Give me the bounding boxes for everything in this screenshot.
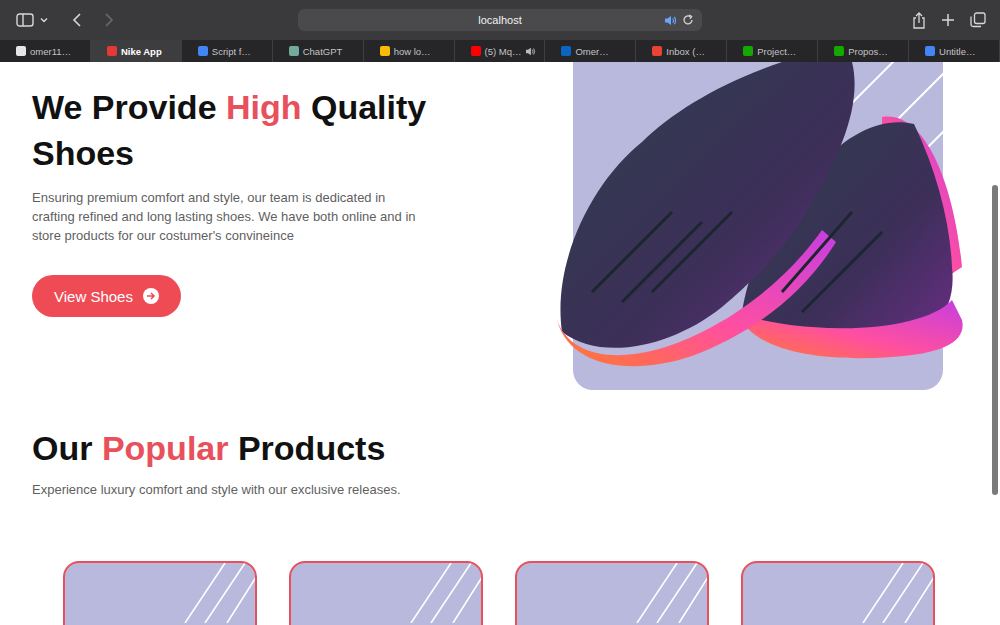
tab-label: omer11… <box>30 46 71 57</box>
diagonal-lines-icon <box>627 563 707 623</box>
favicon-icon <box>198 46 208 56</box>
tab-label: Omer… <box>575 46 608 57</box>
reload-icon[interactable] <box>682 14 694 26</box>
product-card[interactable] <box>289 561 483 625</box>
favicon-icon <box>380 46 390 56</box>
product-card[interactable] <box>63 561 257 625</box>
hero-description: Ensuring premium comfort and style, our … <box>32 188 424 245</box>
page: We Provide High Quality Shoes Ensuring pr… <box>0 62 1000 625</box>
browser-tab[interactable]: Inbox (… <box>636 40 727 62</box>
scrollbar-thumb[interactable] <box>992 185 998 495</box>
browser-tab[interactable]: Script f… <box>182 40 273 62</box>
hero-image <box>552 62 965 390</box>
tab-label: how lo… <box>394 46 431 57</box>
tab-label: Inbox (… <box>666 46 705 57</box>
product-grid <box>63 561 968 625</box>
favicon-icon <box>471 46 481 56</box>
favicon-icon <box>652 46 662 56</box>
popular-section: Our Popular Products Experience luxury co… <box>0 390 1000 625</box>
sidebar-icon[interactable] <box>16 13 34 27</box>
hero-title: We Provide High Quality Shoes <box>32 84 472 176</box>
speaker-icon[interactable] <box>525 47 536 56</box>
favicon-icon <box>925 46 935 56</box>
forward-icon[interactable] <box>104 13 114 27</box>
product-card[interactable] <box>515 561 709 625</box>
shoes-photo <box>552 62 965 390</box>
tab-label: Untitle… <box>939 46 975 57</box>
favicon-icon <box>834 46 844 56</box>
favicon-icon <box>16 46 26 56</box>
tab-label: Nike App <box>121 46 162 57</box>
favicon-icon <box>743 46 753 56</box>
tab-overview-icon[interactable] <box>970 12 986 28</box>
new-tab-icon[interactable] <box>941 13 955 27</box>
product-card[interactable] <box>741 561 935 625</box>
browser-tab[interactable]: Propos… <box>818 40 909 62</box>
browser-tab[interactable]: Omer… <box>545 40 636 62</box>
hero-text: We Provide High Quality Shoes Ensuring pr… <box>32 62 472 390</box>
speaker-icon[interactable] <box>664 15 677 26</box>
favicon-icon <box>289 46 299 56</box>
toolbar-right <box>702 12 1000 29</box>
popular-title: Our Popular Products <box>32 425 968 471</box>
address-icons <box>664 14 694 26</box>
tab-label: Project… <box>757 46 796 57</box>
title-highlight: Popular <box>102 429 229 467</box>
browser-tab[interactable]: omer11… <box>0 40 91 62</box>
title-highlight: High <box>226 88 302 126</box>
diagonal-lines-icon <box>853 563 933 623</box>
browser-tab[interactable]: Nike App <box>91 40 182 62</box>
hero-section: We Provide High Quality Shoes Ensuring pr… <box>0 62 1000 390</box>
favicon-icon <box>561 46 571 56</box>
browser-tab[interactable]: Untitle… <box>909 40 1000 62</box>
toolbar: localhost <box>0 0 1000 40</box>
favicon-icon <box>107 46 117 56</box>
address-text: localhost <box>478 14 521 26</box>
browser-tab[interactable]: ChatGPT <box>273 40 364 62</box>
tab-bar: omer11… Nike App Script f… ChatGPT how lo… (5… <box>0 40 1000 62</box>
tab-label: (5) Mq… <box>485 46 522 57</box>
toolbar-left <box>0 13 298 27</box>
scrollbar[interactable] <box>990 62 1000 625</box>
view-shoes-button[interactable]: View Shoes <box>32 275 181 317</box>
diagonal-lines-icon <box>401 563 481 623</box>
chevron-down-icon[interactable] <box>40 17 48 23</box>
browser-tab[interactable]: how lo… <box>364 40 455 62</box>
tab-label: Propos… <box>848 46 888 57</box>
browser-window: localhost omer11… Nike App Script f… ChatGPT… <box>0 0 1000 625</box>
tab-label: ChatGPT <box>303 46 343 57</box>
browser-tab[interactable]: (5) Mq… <box>455 40 546 62</box>
popular-subtitle: Experience luxury comfort and style with… <box>32 481 968 499</box>
share-icon[interactable] <box>912 12 926 29</box>
tab-label: Script f… <box>212 46 251 57</box>
button-label: View Shoes <box>54 288 133 305</box>
arrow-right-icon <box>143 288 159 304</box>
diagonal-lines-icon <box>175 563 255 623</box>
address-field[interactable]: localhost <box>298 9 702 31</box>
back-icon[interactable] <box>72 13 82 27</box>
browser-tab[interactable]: Project… <box>727 40 818 62</box>
